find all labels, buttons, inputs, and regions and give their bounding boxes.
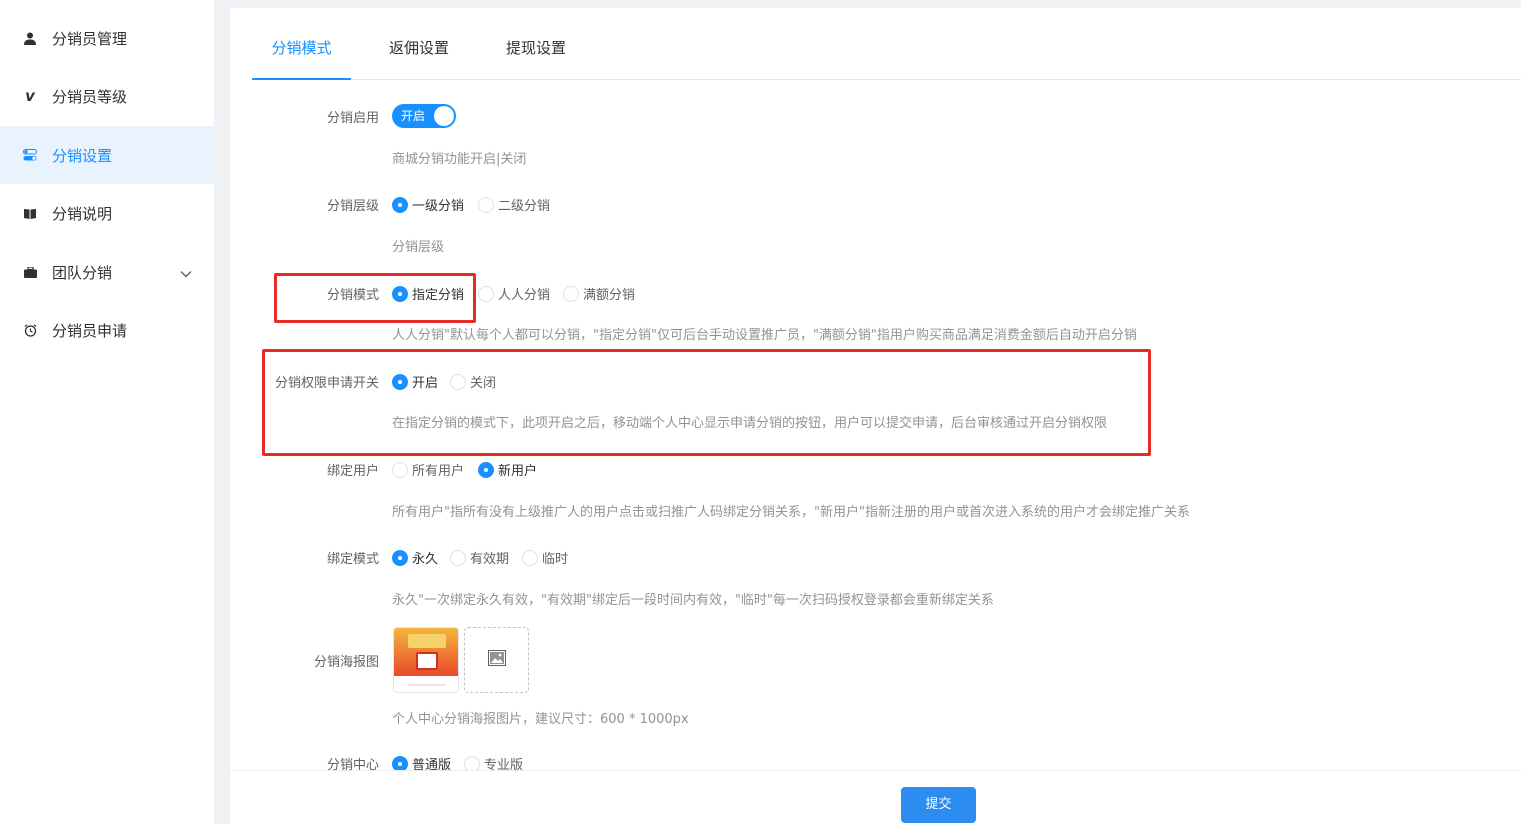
- poster-upload-button[interactable]: [464, 627, 529, 693]
- bind-mode-radio-temporary[interactable]: 临时: [522, 548, 568, 567]
- radio-label: 一级分销: [412, 199, 465, 214]
- book-icon: [23, 206, 37, 220]
- poster-label: 分销海报图: [313, 655, 379, 670]
- radio-label: 永久: [412, 552, 439, 567]
- sidebar-item-distributor-levels[interactable]: v 分销员等级: [0, 67, 214, 125]
- apply-radio-on[interactable]: 开启: [392, 372, 438, 391]
- vimeo-icon: v: [25, 87, 35, 105]
- radio-dot: [392, 285, 408, 302]
- radio-label: 人人分销: [498, 288, 551, 303]
- briefcase-icon: [23, 265, 37, 279]
- radio-label: 所有用户: [412, 464, 465, 479]
- level-radio-first[interactable]: 一级分销: [392, 195, 464, 214]
- poster-caption-bar: [408, 684, 446, 686]
- radio-dot: [522, 549, 538, 566]
- radio-label: 有效期: [470, 552, 510, 567]
- radio-label: 指定分销: [412, 288, 465, 303]
- radio-label: 满额分销: [583, 288, 636, 303]
- sidebar-item-label: 分销员等级: [52, 87, 128, 106]
- poster-thumbnail[interactable]: [393, 627, 459, 693]
- sidebar-item-team-distribution[interactable]: 团队分销: [0, 243, 214, 301]
- level-radio-second[interactable]: 二级分销: [478, 195, 550, 214]
- bind-mode-radio-period[interactable]: 有效期: [450, 548, 509, 567]
- bind-user-radio-new[interactable]: 新用户: [478, 460, 537, 479]
- radio-label: 关闭: [470, 376, 497, 391]
- sidebar-item-label: 分销说明: [52, 204, 113, 223]
- mode-radio-designated[interactable]: 指定分销: [392, 284, 464, 303]
- mode-radio-everyone[interactable]: 人人分销: [478, 284, 550, 303]
- level-label: 分销层级: [326, 199, 379, 214]
- bind-user-label: 绑定用户: [326, 464, 379, 479]
- level-hint: 分销层级: [392, 240, 445, 255]
- form-footer: [230, 770, 1521, 824]
- radio-dot: [478, 461, 494, 478]
- sidebar-item-distribution-settings[interactable]: 分销设置: [0, 126, 214, 184]
- radio-dot: [478, 285, 494, 302]
- tab-distribution-mode[interactable]: 分销模式: [252, 8, 351, 80]
- submit-button[interactable]: 提交: [901, 787, 976, 823]
- radio-label: 二级分销: [498, 199, 551, 214]
- radio-dot: [392, 196, 408, 213]
- switch-text: 开启: [401, 109, 426, 123]
- mode-radio-threshold[interactable]: 满额分销: [563, 284, 635, 303]
- apply-hint: 在指定分销的模式下，此项开启之后，移动端个人中心显示申请分销的按钮，用户可以提交…: [392, 416, 1108, 431]
- clock-icon: [23, 323, 37, 337]
- radio-dot: [563, 285, 579, 302]
- radio-dot: [478, 196, 494, 213]
- image-icon: [487, 650, 506, 670]
- main-panel: 分销模式 返佣设置 提现设置 分销启用 开启 商城分销功能开启|关闭 分销层级 …: [230, 8, 1521, 824]
- bind-mode-radio-permanent[interactable]: 永久: [392, 548, 438, 567]
- sidebar-item-label: 分销员申请: [52, 321, 128, 340]
- poster-hint: 个人中心分销海报图片，建议尺寸：600 * 1000px: [392, 712, 689, 727]
- radio-dot: [450, 549, 466, 566]
- sidebar-item-distribution-description[interactable]: 分销说明: [0, 184, 214, 242]
- bind-mode-hint: 永久"一次绑定永久有效，"有效期"绑定后一段时间内有效，"临时"每一次扫码授权登…: [392, 593, 994, 608]
- enable-label: 分销启用: [326, 111, 379, 126]
- sidebar: 分销员管理 v 分销员等级 分销设置 分销说明 团队分销 分销员申请: [0, 0, 214, 824]
- toggle-icon: [23, 148, 37, 162]
- sidebar-item-distributor-management[interactable]: 分销员管理: [0, 9, 214, 67]
- radio-label: 新用户: [498, 464, 538, 479]
- sidebar-item-label: 团队分销: [52, 263, 113, 282]
- bind-user-radio-all[interactable]: 所有用户: [392, 460, 464, 479]
- tab-withdrawal-settings[interactable]: 提现设置: [503, 8, 569, 80]
- tab-bar: 分销模式 返佣设置 提现设置: [252, 8, 1521, 80]
- chevron-down-icon: [180, 264, 194, 278]
- mode-label: 分销模式: [326, 288, 379, 303]
- user-icon: [23, 31, 37, 45]
- enable-switch[interactable]: 开启: [392, 104, 456, 128]
- enable-hint: 商城分销功能开启|关闭: [392, 152, 527, 167]
- apply-label: 分销权限申请开关: [274, 376, 379, 391]
- switch-knob: [434, 106, 454, 126]
- radio-label: 开启: [412, 376, 439, 391]
- sidebar-item-label: 分销设置: [52, 146, 113, 165]
- poster-banner: [408, 634, 446, 648]
- radio-dot: [450, 373, 466, 390]
- radio-dot: [392, 549, 408, 566]
- poster-phone-graphic: [416, 652, 438, 670]
- apply-radio-off[interactable]: 关闭: [450, 372, 496, 391]
- sidebar-item-label: 分销员管理: [52, 29, 128, 48]
- mode-hint: 人人分销"默认每个人都可以分销，"指定分销"仅可后台手动设置推广员，"满额分销"…: [392, 328, 1137, 343]
- radio-label: 临时: [542, 552, 569, 567]
- bind-mode-label: 绑定模式: [326, 552, 379, 567]
- radio-dot: [392, 461, 408, 478]
- highlight-box-apply: [262, 349, 1151, 456]
- bind-user-hint: 所有用户"指所有没有上级推广人的用户点击或扫推广人码绑定分销关系，"新用户"指新…: [392, 505, 1190, 520]
- radio-dot: [392, 373, 408, 390]
- sidebar-item-distributor-applications[interactable]: 分销员申请: [0, 301, 214, 359]
- tab-commission-settings[interactable]: 返佣设置: [386, 8, 452, 80]
